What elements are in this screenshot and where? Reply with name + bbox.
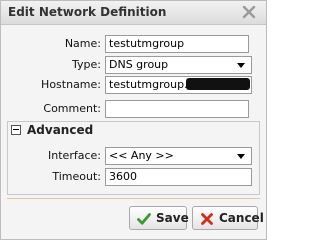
save-button-label: Save: [156, 211, 189, 225]
edit-network-definition-dialog: Edit Network Definition Name: testutmgro…: [0, 0, 267, 240]
type-row: Type: DNS group: [1, 56, 266, 74]
chevron-down-icon: [237, 63, 245, 68]
timeout-row: Timeout: 3600: [1, 168, 266, 186]
advanced-toggle[interactable]: Advanced: [7, 123, 127, 139]
save-button[interactable]: Save: [129, 206, 189, 230]
hostname-field[interactable]: testutmgroup.: [105, 76, 252, 94]
name-row: Name: testutmgroup: [1, 35, 266, 53]
type-select-value: DNS group: [109, 58, 169, 71]
name-label: Name:: [64, 37, 101, 50]
dialog-titlebar[interactable]: Edit Network Definition: [1, 1, 266, 25]
interface-row: Interface: << Any >>: [1, 147, 266, 165]
cancel-button-label: Cancel: [219, 211, 264, 225]
hostname-row: Hostname: testutmgroup.: [1, 76, 266, 94]
type-label: Type:: [72, 58, 101, 71]
hostname-value: testutmgroup.: [109, 78, 188, 91]
cancel-button[interactable]: Cancel: [192, 206, 264, 230]
interface-select-value: << Any >>: [109, 149, 174, 162]
interface-select[interactable]: << Any >>: [105, 147, 252, 165]
dialog-title: Edit Network Definition: [8, 5, 167, 19]
checkmark-icon: [137, 213, 151, 225]
collapse-icon[interactable]: [11, 125, 21, 135]
chevron-down-icon: [237, 154, 245, 159]
comment-field[interactable]: [105, 100, 249, 118]
comment-label: Comment:: [43, 102, 101, 115]
interface-label: Interface:: [48, 149, 101, 162]
advanced-label: Advanced: [27, 123, 94, 137]
close-icon[interactable]: [242, 5, 256, 19]
hostname-label: Hostname:: [41, 78, 101, 91]
type-select[interactable]: DNS group: [105, 56, 252, 74]
timeout-label: Timeout:: [52, 170, 101, 183]
cancel-x-icon: [201, 213, 213, 225]
timeout-field[interactable]: 3600: [105, 168, 252, 186]
redaction-mark: [185, 78, 250, 90]
footer-divider: [7, 198, 260, 199]
comment-row: Comment:: [1, 100, 266, 118]
name-field[interactable]: testutmgroup: [105, 35, 249, 53]
